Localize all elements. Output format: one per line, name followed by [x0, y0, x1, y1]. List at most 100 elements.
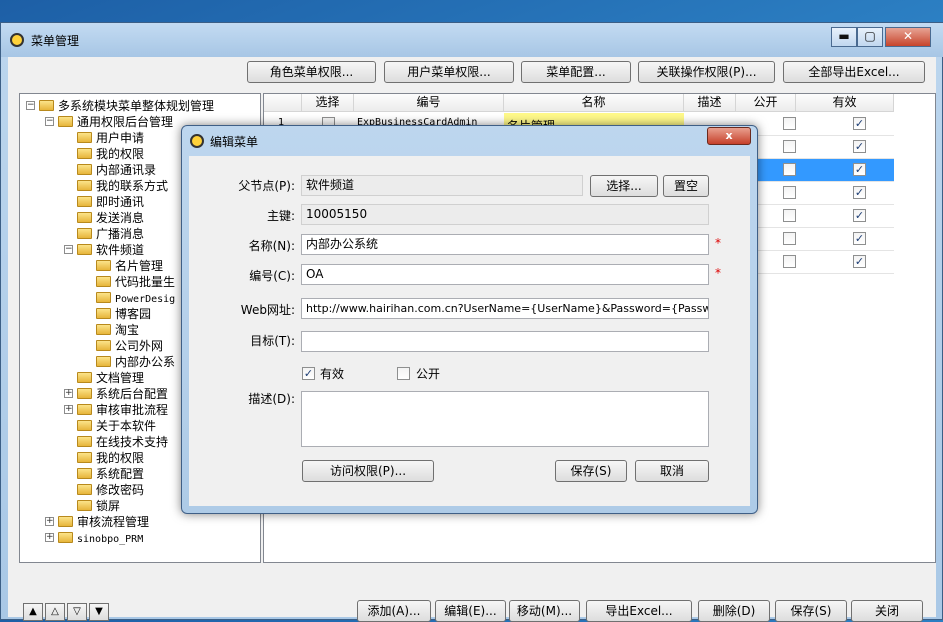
- tree-node-label: 名片管理: [115, 259, 164, 273]
- row-valid-checkbox[interactable]: ✓: [853, 163, 866, 176]
- save-button[interactable]: 保存(S): [775, 600, 847, 622]
- grid-header-code[interactable]: 编号: [354, 94, 504, 112]
- delete-button[interactable]: 删除(D): [698, 600, 770, 622]
- add-button[interactable]: 添加(A)...: [357, 600, 431, 622]
- tree-node[interactable]: 内部办公系: [96, 354, 175, 370]
- tree-node[interactable]: 软件频道: [77, 242, 144, 258]
- tree-node-label: 我的权限: [96, 451, 145, 465]
- dialog-save-button[interactable]: 保存(S): [555, 460, 627, 482]
- access-permission-button[interactable]: 访问权限(P)...: [302, 460, 434, 482]
- row-public-checkbox[interactable]: [783, 232, 796, 245]
- clear-parent-button[interactable]: 置空: [663, 175, 709, 197]
- tree-node-label: 我的联系方式: [96, 179, 169, 193]
- tree-node-label: 广播消息: [96, 227, 145, 241]
- row-valid-checkbox[interactable]: ✓: [853, 140, 866, 153]
- tree-expander[interactable]: −: [26, 101, 35, 110]
- tree-node[interactable]: sinobpo_PRM: [58, 530, 143, 546]
- tree-node[interactable]: 广播消息: [77, 226, 144, 242]
- tree-node[interactable]: 修改密码: [77, 482, 144, 498]
- tree-expander[interactable]: +: [45, 533, 54, 542]
- tree-node[interactable]: PowerDesig: [96, 290, 175, 306]
- tree-node[interactable]: 代码批量生: [96, 274, 175, 290]
- tree-expander[interactable]: −: [45, 117, 54, 126]
- row-public-checkbox[interactable]: [783, 163, 796, 176]
- folder-icon: [77, 500, 92, 511]
- tree-node[interactable]: 在线技术支持: [77, 434, 168, 450]
- folder-icon: [96, 324, 111, 335]
- tree-node[interactable]: 博客园: [96, 306, 151, 322]
- export-excel-button[interactable]: 导出Excel...: [586, 600, 692, 622]
- code-required-mark: *: [715, 266, 721, 280]
- tree-node[interactable]: 用户申请: [77, 130, 144, 146]
- related-ops-permission-button[interactable]: 关联操作权限(P)...: [638, 61, 775, 83]
- valid-checkbox[interactable]: ✓: [302, 367, 315, 380]
- tree-node[interactable]: 淘宝: [96, 322, 139, 338]
- tree-expander[interactable]: +: [64, 389, 73, 398]
- close-button[interactable]: 关闭: [851, 600, 923, 622]
- edit-button[interactable]: 编辑(E)...: [435, 600, 506, 622]
- tree-expander[interactable]: +: [64, 405, 73, 414]
- tree-node[interactable]: 锁屏: [77, 498, 120, 514]
- move-down-button[interactable]: ▽: [67, 603, 87, 621]
- move-bottom-button[interactable]: ▼: [89, 603, 109, 621]
- tree-node[interactable]: 多系统模块菜单整体规划管理: [39, 98, 214, 114]
- folder-icon: [77, 180, 92, 191]
- close-window-button[interactable]: ✕: [885, 27, 931, 47]
- user-menu-permission-button[interactable]: 用户菜单权限...: [384, 61, 514, 83]
- tree-node-label: 博客园: [115, 307, 152, 321]
- grid-header-public[interactable]: 公开: [736, 94, 796, 112]
- tree-node-label: PowerDesig: [115, 294, 176, 305]
- row-public-checkbox[interactable]: [783, 186, 796, 199]
- tree-node[interactable]: 内部通讯录: [77, 162, 156, 178]
- tree-expander[interactable]: −: [64, 245, 73, 254]
- row-public-checkbox[interactable]: [783, 209, 796, 222]
- tree-node[interactable]: 发送消息: [77, 210, 144, 226]
- grid-header-select[interactable]: 选择: [302, 94, 354, 112]
- maximize-button[interactable]: ▢: [857, 27, 883, 47]
- row-valid-checkbox[interactable]: ✓: [853, 186, 866, 199]
- tree-node[interactable]: 名片管理: [96, 258, 163, 274]
- dialog-body: 父节点(P): 软件频道 选择... 置空 主键: 10005150 名称(N)…: [189, 156, 750, 506]
- tree-node[interactable]: 我的权限: [77, 450, 144, 466]
- move-up-button[interactable]: △: [45, 603, 65, 621]
- grid-header-desc[interactable]: 描述: [684, 94, 736, 112]
- dialog-cancel-button[interactable]: 取消: [635, 460, 709, 482]
- row-valid-checkbox[interactable]: ✓: [853, 255, 866, 268]
- move-top-button[interactable]: ▲: [23, 603, 43, 621]
- minimize-button[interactable]: ▬: [831, 27, 857, 47]
- tree-node[interactable]: 审核审批流程: [77, 402, 168, 418]
- menu-config-button[interactable]: 菜单配置...: [521, 61, 631, 83]
- tree-node[interactable]: 即时通讯: [77, 194, 144, 210]
- folder-icon: [39, 100, 54, 111]
- desc-textarea[interactable]: [301, 391, 709, 447]
- role-menu-permission-button[interactable]: 角色菜单权限...: [247, 61, 376, 83]
- move-button[interactable]: 移动(M)...: [509, 600, 580, 622]
- export-all-excel-button[interactable]: 全部导出Excel...: [783, 61, 925, 83]
- public-checkbox[interactable]: [397, 367, 410, 380]
- code-input[interactable]: OA: [301, 264, 709, 285]
- tree-node[interactable]: 通用权限后台管理: [58, 114, 173, 130]
- name-input[interactable]: 内部办公系统: [301, 234, 709, 255]
- target-input[interactable]: [301, 331, 709, 352]
- tree-node[interactable]: 我的权限: [77, 146, 144, 162]
- grid-header-valid[interactable]: 有效: [796, 94, 894, 112]
- grid-header-name[interactable]: 名称: [504, 94, 684, 112]
- row-public-checkbox[interactable]: [783, 255, 796, 268]
- row-valid-checkbox[interactable]: ✓: [853, 117, 866, 130]
- tree-node[interactable]: 系统配置: [77, 466, 144, 482]
- tree-node[interactable]: 系统后台配置: [77, 386, 168, 402]
- row-public-checkbox[interactable]: [783, 117, 796, 130]
- folder-icon: [96, 308, 111, 319]
- tree-node[interactable]: 文档管理: [77, 370, 144, 386]
- row-valid-checkbox[interactable]: ✓: [853, 232, 866, 245]
- tree-node[interactable]: 审核流程管理: [58, 514, 149, 530]
- select-parent-button[interactable]: 选择...: [590, 175, 658, 197]
- tree-node[interactable]: 我的联系方式: [77, 178, 168, 194]
- tree-node[interactable]: 公司外网: [96, 338, 163, 354]
- row-public-checkbox[interactable]: [783, 140, 796, 153]
- dialog-close-button[interactable]: x: [707, 127, 751, 145]
- url-input[interactable]: http://www.hairihan.com.cn?UserName={Use…: [301, 298, 709, 319]
- tree-expander[interactable]: +: [45, 517, 54, 526]
- tree-node[interactable]: 关于本软件: [77, 418, 156, 434]
- row-valid-checkbox[interactable]: ✓: [853, 209, 866, 222]
